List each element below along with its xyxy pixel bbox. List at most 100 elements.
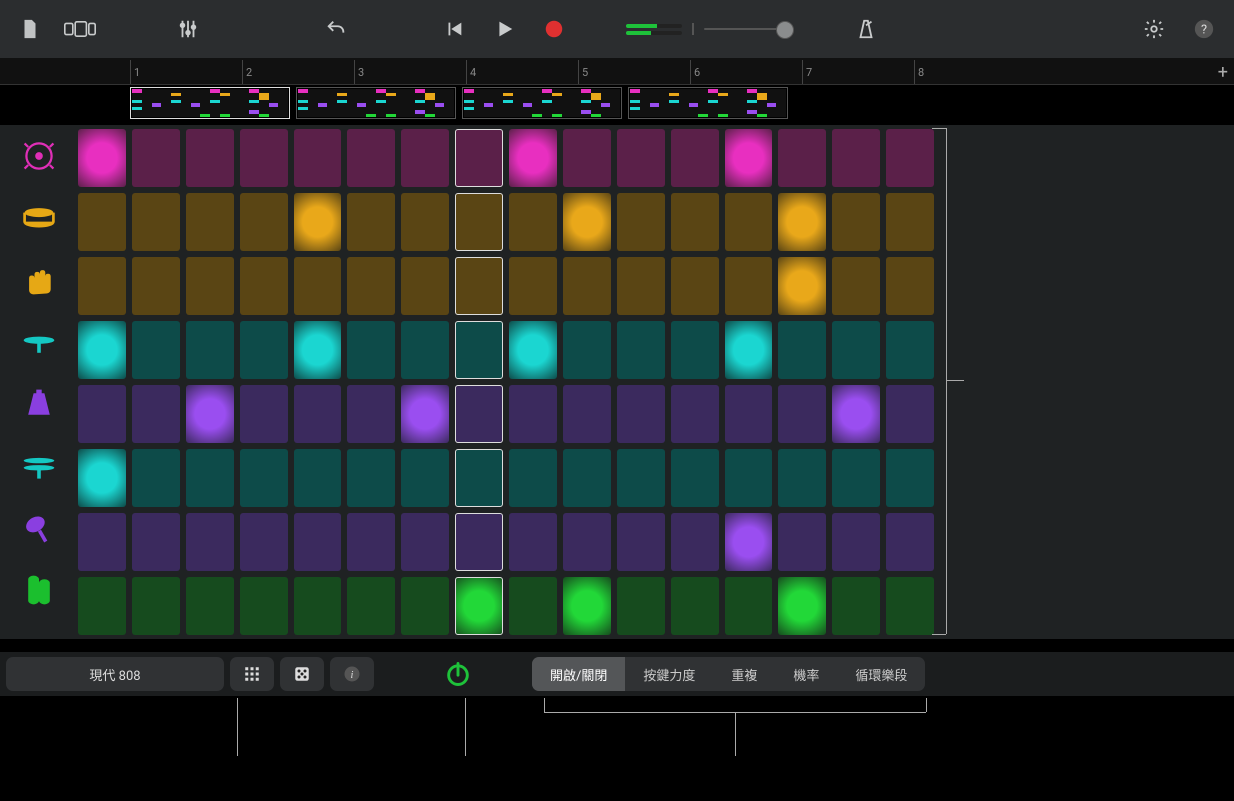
step-cell[interactable]: [725, 193, 773, 251]
step-cell[interactable]: [240, 449, 288, 507]
step-cell[interactable]: [671, 129, 719, 187]
step-cell[interactable]: [455, 577, 503, 635]
step-cell[interactable]: [509, 449, 557, 507]
grid-icon[interactable]: [230, 657, 274, 691]
step-cell[interactable]: [78, 385, 126, 443]
step-cell[interactable]: [832, 449, 880, 507]
browser-icon[interactable]: [64, 13, 96, 45]
instrument-clap-icon[interactable]: [0, 249, 78, 311]
step-cell[interactable]: [186, 129, 234, 187]
step-cell[interactable]: [401, 449, 449, 507]
step-cell[interactable]: [347, 385, 395, 443]
step-cell[interactable]: [832, 193, 880, 251]
mode-tab[interactable]: 按鍵力度: [625, 657, 713, 691]
step-cell[interactable]: [294, 257, 342, 315]
mode-tab[interactable]: 重複: [713, 657, 775, 691]
step-cell[interactable]: [186, 385, 234, 443]
step-cell[interactable]: [455, 513, 503, 571]
step-cell[interactable]: [401, 321, 449, 379]
step-cell[interactable]: [78, 449, 126, 507]
overview-segment[interactable]: [130, 87, 290, 119]
step-cell[interactable]: [671, 577, 719, 635]
step-cell[interactable]: [401, 513, 449, 571]
step-cell[interactable]: [78, 577, 126, 635]
step-cell[interactable]: [563, 449, 611, 507]
step-cell[interactable]: [509, 577, 557, 635]
step-cell[interactable]: [186, 577, 234, 635]
step-cell[interactable]: [617, 129, 665, 187]
overview-segment[interactable]: [462, 87, 622, 119]
step-cell[interactable]: [832, 577, 880, 635]
step-cell[interactable]: [455, 321, 503, 379]
add-section-icon[interactable]: +: [1218, 62, 1228, 83]
step-cell[interactable]: [186, 257, 234, 315]
step-cell[interactable]: [509, 257, 557, 315]
mode-tab[interactable]: 循環樂段: [837, 657, 925, 691]
undo-icon[interactable]: [320, 13, 352, 45]
step-cell[interactable]: [401, 577, 449, 635]
step-cell[interactable]: [186, 321, 234, 379]
step-cell[interactable]: [401, 129, 449, 187]
dice-icon[interactable]: [280, 657, 324, 691]
help-icon[interactable]: ?: [1188, 13, 1220, 45]
step-cell[interactable]: [240, 257, 288, 315]
step-cell[interactable]: [778, 193, 826, 251]
step-cell[interactable]: [778, 129, 826, 187]
step-cell[interactable]: [886, 129, 934, 187]
step-cell[interactable]: [778, 321, 826, 379]
step-cell[interactable]: [455, 385, 503, 443]
step-cell[interactable]: [509, 513, 557, 571]
metronome-icon[interactable]: [850, 13, 882, 45]
step-cell[interactable]: [455, 193, 503, 251]
step-cell[interactable]: [240, 129, 288, 187]
step-cell[interactable]: [347, 129, 395, 187]
step-cell[interactable]: [832, 257, 880, 315]
step-cell[interactable]: [617, 449, 665, 507]
step-cell[interactable]: [509, 129, 557, 187]
step-cell[interactable]: [617, 257, 665, 315]
step-cell[interactable]: [509, 385, 557, 443]
overview-segment[interactable]: [628, 87, 788, 119]
step-cell[interactable]: [778, 449, 826, 507]
instrument-kick-icon[interactable]: [0, 125, 78, 187]
step-cell[interactable]: [509, 193, 557, 251]
step-cell[interactable]: [563, 321, 611, 379]
instrument-snare-icon[interactable]: [0, 187, 78, 249]
step-cell[interactable]: [617, 321, 665, 379]
step-cell[interactable]: [401, 257, 449, 315]
step-cell[interactable]: [671, 321, 719, 379]
step-cell[interactable]: [832, 513, 880, 571]
step-cell[interactable]: [725, 321, 773, 379]
step-cell[interactable]: [563, 577, 611, 635]
kit-selector[interactable]: 現代 808: [6, 657, 224, 691]
step-cell[interactable]: [725, 577, 773, 635]
overview-segment[interactable]: [296, 87, 456, 119]
step-cell[interactable]: [132, 449, 180, 507]
step-cell[interactable]: [886, 449, 934, 507]
mode-tab[interactable]: 機率: [775, 657, 837, 691]
step-cell[interactable]: [132, 385, 180, 443]
step-cell[interactable]: [294, 129, 342, 187]
step-cell[interactable]: [347, 193, 395, 251]
step-cell[interactable]: [671, 385, 719, 443]
step-cell[interactable]: [832, 385, 880, 443]
step-cell[interactable]: [186, 193, 234, 251]
play-icon[interactable]: [488, 13, 520, 45]
step-cell[interactable]: [886, 513, 934, 571]
step-cell[interactable]: [778, 577, 826, 635]
record-icon[interactable]: [538, 13, 570, 45]
instrument-cowbell-icon[interactable]: [0, 373, 78, 435]
step-cell[interactable]: [455, 129, 503, 187]
step-cell[interactable]: [563, 193, 611, 251]
step-cell[interactable]: [401, 385, 449, 443]
step-cell[interactable]: [347, 449, 395, 507]
step-cell[interactable]: [671, 513, 719, 571]
instrument-hihat-open-icon[interactable]: [0, 435, 78, 497]
step-cell[interactable]: [78, 321, 126, 379]
pattern-overview[interactable]: [0, 85, 1234, 125]
info-icon[interactable]: i: [330, 657, 374, 691]
step-cell[interactable]: [778, 385, 826, 443]
step-cell[interactable]: [186, 449, 234, 507]
mode-tab[interactable]: 開啟/關閉: [532, 657, 625, 691]
step-cell[interactable]: [186, 513, 234, 571]
